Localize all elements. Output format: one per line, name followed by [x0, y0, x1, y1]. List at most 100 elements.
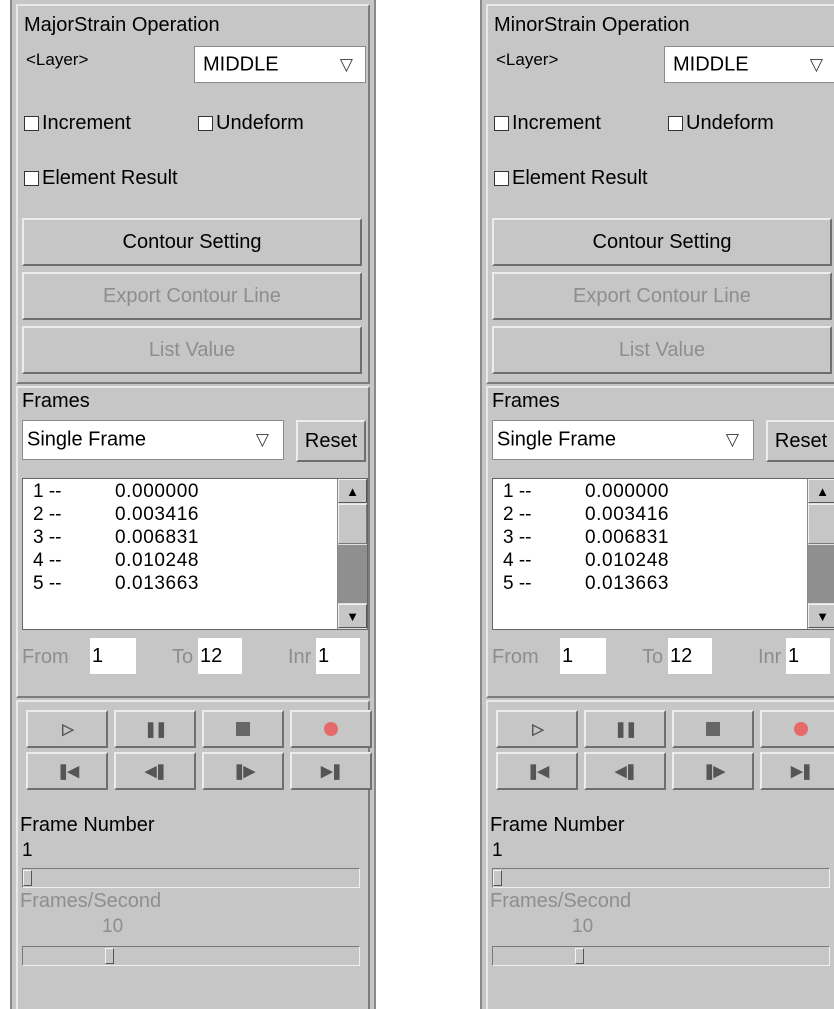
- player-section: ▷ ❚❚ ❚◀ ◀❚ ❚▶ ▶❚ Frame Number 1 Frames/S…: [16, 700, 372, 1009]
- increment-checkbox[interactable]: Increment: [24, 112, 131, 135]
- frame-slider[interactable]: [22, 868, 360, 888]
- first-frame-button[interactable]: ❚◀: [26, 752, 108, 790]
- frame-mode-dropdown[interactable]: Single Frame ▽: [492, 420, 754, 460]
- frames-section: Frames Single Frame ▽ Reset 1 -- 0.00000…: [486, 386, 834, 698]
- fps-slider[interactable]: [22, 946, 360, 966]
- inr-field[interactable]: 1: [316, 638, 360, 674]
- undeform-label: Undeform: [216, 112, 304, 134]
- scroll-thumb[interactable]: [808, 504, 834, 544]
- record-button[interactable]: [290, 710, 372, 748]
- stop-icon: [706, 722, 720, 736]
- fps-value: 10: [102, 916, 124, 937]
- step-back-icon: ◀❚: [144, 763, 167, 780]
- scroll-track[interactable]: [808, 545, 834, 603]
- checkbox-box[interactable]: [24, 116, 39, 131]
- arrow-down-icon: ▼: [816, 608, 829, 624]
- last-frame-button[interactable]: ▶❚: [290, 752, 372, 790]
- last-frame-button[interactable]: ▶❚: [760, 752, 834, 790]
- checkbox-box[interactable]: [24, 171, 39, 186]
- slider-handle[interactable]: [104, 948, 114, 964]
- list-value-button[interactable]: List Value: [22, 326, 362, 374]
- element-result-checkbox[interactable]: Element Result: [24, 167, 178, 190]
- slider-handle[interactable]: [574, 948, 584, 964]
- list-item[interactable]: 4 -- 0.010248: [493, 550, 808, 573]
- scroll-down-button[interactable]: ▼: [338, 604, 367, 628]
- list-item[interactable]: 2 -- 0.003416: [23, 504, 338, 527]
- to-field[interactable]: 12: [198, 638, 242, 674]
- list-item[interactable]: 4 -- 0.010248: [23, 550, 338, 573]
- checkbox-box[interactable]: [198, 116, 213, 131]
- fps-value: 10: [572, 916, 594, 937]
- scroll-track[interactable]: [338, 545, 367, 603]
- skip-to-start-icon: ❚◀: [56, 763, 79, 780]
- reset-button[interactable]: Reset: [296, 420, 366, 462]
- stop-button[interactable]: [202, 710, 284, 748]
- pause-button[interactable]: ❚❚: [584, 710, 666, 748]
- list-item[interactable]: 1 -- 0.000000: [23, 481, 338, 504]
- row-index: 5 --: [33, 573, 62, 594]
- scrollbar[interactable]: ▲ ▼: [337, 479, 367, 629]
- list-item[interactable]: 3 -- 0.006831: [23, 527, 338, 550]
- list-item[interactable]: 5 -- 0.013663: [23, 573, 338, 596]
- checkbox-box[interactable]: [668, 116, 683, 131]
- checkbox-box[interactable]: [494, 171, 509, 186]
- contour-setting-button[interactable]: Contour Setting: [492, 218, 832, 266]
- record-button[interactable]: [760, 710, 834, 748]
- fps-label: Frames/Second: [20, 890, 162, 912]
- chevron-down-icon: ▽: [339, 54, 353, 74]
- arrow-up-icon: ▲: [346, 483, 359, 499]
- scroll-up-button[interactable]: ▲: [808, 479, 834, 503]
- undeform-checkbox[interactable]: Undeform: [668, 112, 774, 135]
- first-frame-button[interactable]: ❚◀: [496, 752, 578, 790]
- list-value-button[interactable]: List Value: [492, 326, 832, 374]
- list-item[interactable]: 5 -- 0.013663: [493, 573, 808, 596]
- reset-button[interactable]: Reset: [766, 420, 834, 462]
- checkbox-box[interactable]: [494, 116, 509, 131]
- step-forward-button[interactable]: ❚▶: [202, 752, 284, 790]
- scrollbar[interactable]: ▲ ▼: [807, 479, 834, 629]
- element-result-checkbox[interactable]: Element Result: [494, 167, 648, 190]
- row-index: 3 --: [503, 527, 532, 548]
- frame-mode-dropdown[interactable]: Single Frame ▽: [22, 420, 284, 460]
- slider-handle[interactable]: [493, 870, 502, 886]
- from-field[interactable]: 1: [560, 638, 606, 674]
- list-item[interactable]: 2 -- 0.003416: [493, 504, 808, 527]
- export-contour-line-button[interactable]: Export Contour Line: [492, 272, 832, 320]
- contour-setting-button[interactable]: Contour Setting: [22, 218, 362, 266]
- pause-button[interactable]: ❚❚: [114, 710, 196, 748]
- slider-handle[interactable]: [23, 870, 32, 886]
- undeform-checkbox[interactable]: Undeform: [198, 112, 304, 135]
- layer-dropdown[interactable]: MIDDLE ▽: [194, 46, 366, 83]
- export-contour-line-button[interactable]: Export Contour Line: [22, 272, 362, 320]
- step-forward-icon: ❚▶: [232, 763, 255, 780]
- frames-list[interactable]: 1 -- 0.000000 2 -- 0.003416 3 -- 0.00683…: [492, 478, 834, 630]
- list-item[interactable]: 1 -- 0.000000: [493, 481, 808, 504]
- increment-checkbox[interactable]: Increment: [494, 112, 601, 135]
- stop-button[interactable]: [672, 710, 754, 748]
- frames-title: Frames: [22, 390, 90, 412]
- scroll-up-button[interactable]: ▲: [338, 479, 367, 503]
- scroll-thumb[interactable]: [338, 504, 367, 544]
- row-value: 0.010248: [115, 550, 200, 571]
- layer-label: <Layer>: [26, 50, 89, 69]
- chevron-down-icon: ▽: [255, 430, 269, 449]
- step-back-button[interactable]: ◀❚: [584, 752, 666, 790]
- step-forward-icon: ❚▶: [702, 763, 725, 780]
- frame-slider[interactable]: [492, 868, 830, 888]
- play-button[interactable]: ▷: [26, 710, 108, 748]
- fps-slider[interactable]: [492, 946, 830, 966]
- row-index: 2 --: [33, 504, 62, 525]
- row-value: 0.006831: [585, 527, 670, 548]
- to-field[interactable]: 12: [668, 638, 712, 674]
- list-item[interactable]: 3 -- 0.006831: [493, 527, 808, 550]
- play-button[interactable]: ▷: [496, 710, 578, 748]
- frame-number-value: 1: [22, 840, 33, 861]
- step-forward-button[interactable]: ❚▶: [672, 752, 754, 790]
- operation-section: MajorStrain Operation <Layer> MIDDLE ▽ I…: [16, 4, 370, 384]
- from-field[interactable]: 1: [90, 638, 136, 674]
- scroll-down-button[interactable]: ▼: [808, 604, 834, 628]
- step-back-button[interactable]: ◀❚: [114, 752, 196, 790]
- inr-field[interactable]: 1: [786, 638, 830, 674]
- layer-dropdown[interactable]: MIDDLE ▽: [664, 46, 834, 83]
- frames-list[interactable]: 1 -- 0.000000 2 -- 0.003416 3 -- 0.00683…: [22, 478, 368, 630]
